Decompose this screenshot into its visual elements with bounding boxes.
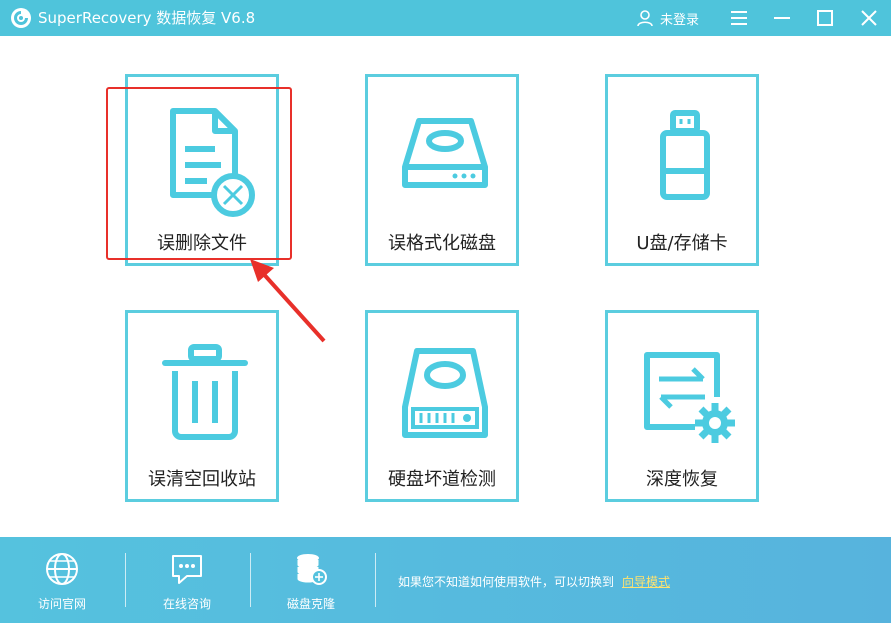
format-disk-icon [402,118,488,188]
card-label: 深度恢复 [646,469,718,490]
card-format-disk[interactable]: 误格式化磁盘 [365,74,519,266]
user-icon [637,10,653,27]
usb-drive-icon [660,110,710,200]
card-hard-disk-check[interactable]: 硬盘坏道检测 [365,310,519,502]
recycle-bin-icon [162,344,248,440]
visit-website-button[interactable]: 访问官网 [7,537,117,623]
highlight-box [106,87,292,260]
maximize-icon[interactable] [813,6,837,30]
card-label: 硬盘坏道检测 [388,469,496,490]
bottom-item-label: 访问官网 [37,597,86,611]
login-label: 未登录 [660,12,700,28]
card-label: 误格式化磁盘 [388,233,496,254]
chat-icon [172,555,202,584]
bottom-bar: 访问官网 在线咨询 磁盘克隆 如果您不知道如何使用软件，可以切换到 向导模式 [0,537,891,623]
disk-clone-icon [296,554,327,585]
divider [375,553,376,607]
hint-text: 如果您不知道如何使用软件，可以切换到 [398,575,615,589]
disk-clone-button[interactable]: 磁盘克隆 [256,537,366,623]
globe-icon [46,553,78,585]
card-deep-recovery[interactable]: 深度恢复 [605,310,759,502]
bottom-item-label: 磁盘克隆 [286,597,335,611]
online-consult-button[interactable]: 在线咨询 [132,537,242,623]
menu-icon[interactable] [727,6,751,30]
title-bar: SuperRecovery 数据恢复 V6.8 未登录 [0,0,891,36]
minimize-icon[interactable] [770,6,794,30]
bottom-item-label: 在线咨询 [162,597,211,611]
guide-mode-link[interactable]: 向导模式 [622,573,670,590]
card-usb-drive[interactable]: U盘/存储卡 [605,74,759,266]
divider [125,553,126,607]
window-title: SuperRecovery 数据恢复 V6.8 [38,9,256,27]
hard-disk-check-icon [402,348,488,438]
card-label: 误清空回收站 [148,469,256,490]
deep-recovery-icon [644,352,735,443]
close-icon[interactable] [857,6,881,30]
app-logo-icon [11,8,31,28]
card-label: U盘/存储卡 [636,233,728,254]
login-button[interactable]: 未登录 [636,6,699,30]
annotation-arrow-icon [250,259,326,343]
divider [250,553,251,607]
